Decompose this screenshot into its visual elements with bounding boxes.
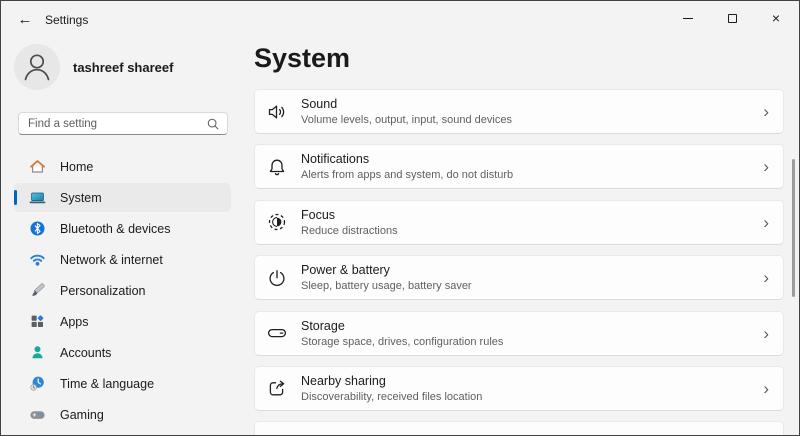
settings-card-sound[interactable]: Sound Volume levels, output, input, soun… — [254, 89, 784, 134]
home-icon — [29, 158, 46, 175]
settings-card-multitasking[interactable]: Multitasking — [254, 421, 784, 436]
focus-icon — [265, 210, 289, 234]
paintbrush-icon — [29, 282, 46, 299]
card-text: Storage Storage space, drives, configura… — [301, 319, 503, 348]
storage-icon — [265, 321, 289, 345]
close-button[interactable]: × — [754, 2, 798, 34]
sidebar-item-personalization[interactable]: Personalization — [14, 276, 231, 305]
card-description: Alerts from apps and system, do not dist… — [301, 169, 513, 181]
card-description: Sleep, battery usage, battery saver — [301, 280, 472, 292]
card-text: Power & battery Sleep, battery usage, ba… — [301, 263, 472, 292]
clock-icon — [29, 375, 46, 392]
chevron-right-icon: › — [763, 325, 769, 342]
settings-card-nearby-sharing[interactable]: Nearby sharing Discoverability, received… — [254, 366, 784, 411]
settings-card-notifications[interactable]: Notifications Alerts from apps and syste… — [254, 144, 784, 189]
gamepad-icon — [29, 406, 46, 423]
share-icon — [265, 376, 289, 400]
chevron-right-icon: › — [763, 380, 769, 397]
sidebar-item-network-internet[interactable]: Network & internet — [14, 245, 231, 274]
sidebar-nav: Home System Bluetooth — [14, 152, 231, 431]
card-title: Sound — [301, 97, 512, 111]
main-content: System Sound Volume levels, output, inpu… — [246, 37, 799, 435]
bluetooth-icon — [29, 220, 46, 237]
chevron-right-icon: › — [763, 269, 769, 286]
sidebar-item-label: Home — [60, 160, 93, 174]
sidebar-item-label: Apps — [60, 315, 89, 329]
person-icon — [29, 344, 46, 361]
sidebar-item-label: Gaming — [60, 408, 104, 422]
settings-card-power-battery[interactable]: Power & battery Sleep, battery usage, ba… — [254, 255, 784, 300]
card-title: Storage — [301, 319, 503, 333]
sidebar-item-label: Time & language — [60, 377, 154, 391]
apps-icon — [29, 313, 46, 330]
card-text: Sound Volume levels, output, input, soun… — [301, 97, 512, 126]
search-box[interactable] — [18, 112, 228, 135]
power-icon — [265, 266, 289, 290]
window-controls: × — [666, 2, 798, 34]
speaker-icon — [265, 100, 289, 124]
card-text: Nearby sharing Discoverability, received… — [301, 374, 482, 403]
settings-card-focus[interactable]: Focus Reduce distractions › — [254, 200, 784, 245]
maximize-button[interactable] — [710, 2, 754, 34]
maximize-icon — [728, 14, 737, 23]
sidebar-item-label: Bluetooth & devices — [60, 222, 171, 236]
selection-accent — [14, 190, 17, 205]
card-text: Focus Reduce distractions — [301, 208, 398, 237]
search-icon — [206, 117, 220, 131]
card-title: Focus — [301, 208, 398, 222]
card-title: Power & battery — [301, 263, 472, 277]
sidebar-item-accounts[interactable]: Accounts — [14, 338, 231, 367]
user-name: tashreef shareef — [73, 60, 173, 75]
bell-icon — [265, 155, 289, 179]
chevron-right-icon: › — [763, 214, 769, 231]
sidebar-item-label: Personalization — [60, 284, 145, 298]
user-profile[interactable]: tashreef shareef — [14, 44, 173, 90]
card-description: Reduce distractions — [301, 225, 398, 237]
sidebar-item-system[interactable]: System — [14, 183, 231, 212]
chevron-right-icon: › — [763, 158, 769, 175]
settings-window: ← Settings × tashreef shareef — [0, 0, 800, 436]
sidebar-item-home[interactable]: Home — [14, 152, 231, 181]
sidebar-item-time-language[interactable]: Time & language — [14, 369, 231, 398]
sidebar-item-bluetooth-devices[interactable]: Bluetooth & devices — [14, 214, 231, 243]
card-title: Nearby sharing — [301, 374, 482, 388]
card-description: Discoverability, received files location — [301, 391, 482, 403]
scrollbar[interactable] — [792, 159, 795, 297]
sidebar-item-gaming[interactable]: Gaming — [14, 400, 231, 429]
sidebar-item-apps[interactable]: Apps — [14, 307, 231, 336]
app-title: Settings — [45, 13, 88, 27]
system-icon — [29, 189, 46, 206]
person-icon — [14, 44, 60, 90]
wifi-icon — [29, 251, 46, 268]
titlebar: ← Settings × — [1, 1, 799, 37]
search-input[interactable] — [28, 118, 206, 130]
minimize-button[interactable] — [666, 2, 710, 34]
chevron-right-icon: › — [763, 103, 769, 120]
settings-list: Sound Volume levels, output, input, soun… — [254, 89, 784, 436]
card-text: Notifications Alerts from apps and syste… — [301, 152, 513, 181]
sidebar: tashreef shareef Home — [1, 37, 246, 435]
sidebar-item-label: Network & internet — [60, 253, 163, 267]
card-description: Storage space, drives, configuration rul… — [301, 336, 503, 348]
page-title: System — [254, 43, 350, 74]
minimize-icon — [683, 18, 693, 19]
sidebar-item-label: Accounts — [60, 346, 111, 360]
card-title: Notifications — [301, 152, 513, 166]
card-description: Volume levels, output, input, sound devi… — [301, 114, 512, 126]
back-icon[interactable]: ← — [13, 8, 37, 30]
sidebar-item-label: System — [60, 191, 102, 205]
avatar — [14, 44, 60, 90]
settings-card-storage[interactable]: Storage Storage space, drives, configura… — [254, 311, 784, 356]
